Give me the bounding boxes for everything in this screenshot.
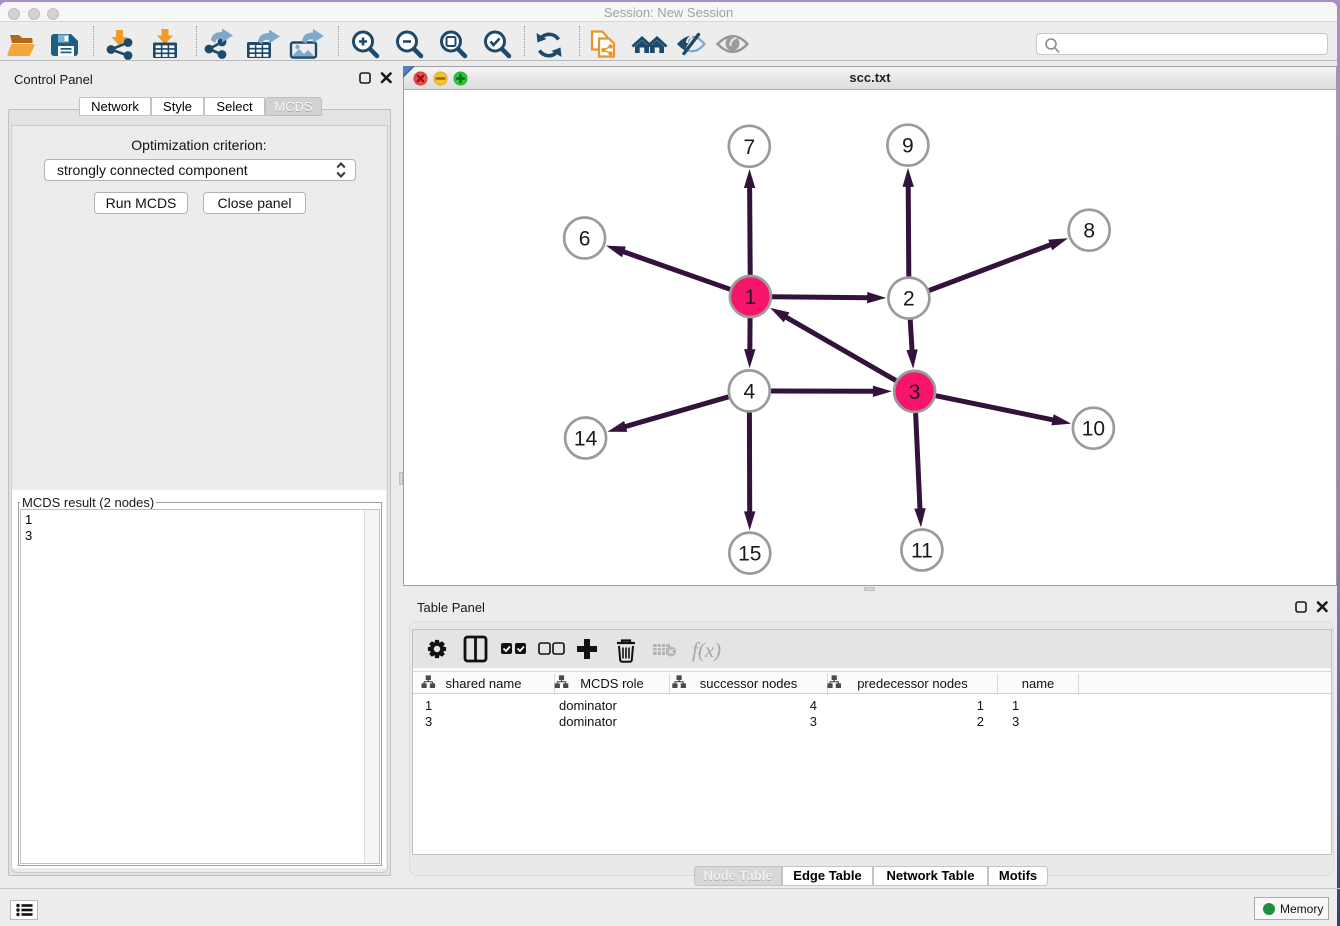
svg-text:4: 4 <box>743 380 755 403</box>
svg-text:6: 6 <box>579 228 591 251</box>
svg-text:2: 2 <box>903 288 915 311</box>
svg-text:10: 10 <box>1082 418 1105 441</box>
svg-text:1: 1 <box>745 286 757 309</box>
svg-text:11: 11 <box>911 540 933 563</box>
svg-text:8: 8 <box>1083 220 1095 243</box>
svg-text:15: 15 <box>738 543 761 566</box>
svg-text:9: 9 <box>902 135 914 158</box>
svg-text:14: 14 <box>574 428 598 451</box>
svg-text:7: 7 <box>743 136 755 159</box>
svg-text:f(x): f(x) <box>692 638 721 662</box>
svg-text:3: 3 <box>909 381 921 404</box>
